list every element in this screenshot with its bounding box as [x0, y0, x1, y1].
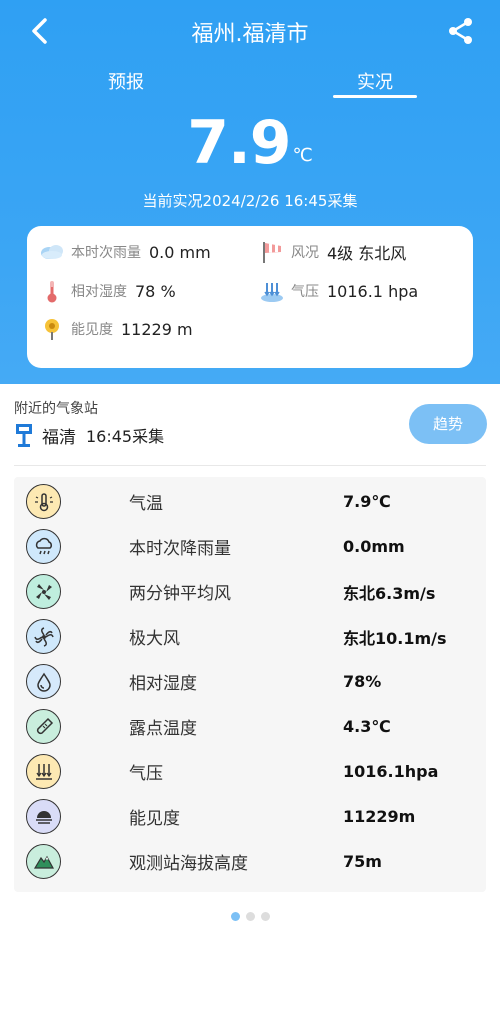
nearby-station-section: 附近的气象站 福清 16:45采集 趋势 — [0, 384, 500, 464]
station-row: 福清 16:45采集 — [14, 422, 164, 448]
top-bar: 福州.福清市 — [0, 0, 500, 64]
row-label: 相对湿度 — [129, 674, 197, 694]
row-value: 7.9℃ — [343, 492, 391, 511]
water-drop-icon — [26, 664, 61, 699]
table-row: 观测站海拔高度 75m — [14, 839, 486, 884]
current-temperature: 7.9 ℃ — [0, 108, 500, 178]
active-tab-indicator — [333, 95, 417, 98]
row-value: 1016.1hpa — [343, 762, 439, 781]
row-label: 观测站海拔高度 — [129, 854, 248, 874]
summary-humidity: 相对湿度 78 % — [39, 279, 176, 303]
row-value: 78% — [343, 672, 382, 691]
divider — [14, 465, 486, 466]
temperature-unit: ℃ — [292, 145, 313, 166]
row-value: 75m — [343, 852, 382, 871]
table-row: 极大风 东北10.1m/s — [14, 614, 486, 659]
page-dot-1[interactable] — [230, 912, 240, 921]
thermometer-icon — [39, 279, 65, 303]
page-dot-2[interactable] — [245, 912, 255, 921]
station-icon — [14, 422, 34, 448]
row-value: 4.3℃ — [343, 717, 391, 736]
summary-visibility: 能见度 11229 m — [39, 317, 193, 341]
tab-bar: 预报 实况 — [0, 64, 500, 104]
windsock-icon — [259, 240, 285, 264]
table-row: 气压 1016.1hpa — [14, 749, 486, 794]
row-label: 能见度 — [129, 809, 180, 829]
pressure-icon — [259, 279, 285, 303]
table-row: 两分钟平均风 东北6.3m/s — [14, 569, 486, 614]
trend-button[interactable]: 趋势 — [409, 404, 487, 444]
pressure-arrows-icon — [26, 754, 61, 789]
fan-icon — [26, 574, 61, 609]
header-banner: 福州.福清市 预报 实况 7.9 ℃ 当前实况2024/2/26 16:45采集 … — [0, 0, 500, 384]
tab-live[interactable]: 实况 — [335, 68, 415, 94]
row-label: 本时次降雨量 — [129, 539, 231, 559]
rain-cloud-icon — [26, 529, 61, 564]
row-value: 0.0mm — [343, 537, 405, 556]
observation-time: 当前实况2024/2/26 16:45采集 — [142, 192, 358, 210]
summary-pressure: 气压 1016.1 hpa — [259, 279, 418, 303]
page-dot-3[interactable] — [260, 912, 270, 921]
summary-wind: 风况 4级 东北风 — [259, 240, 406, 264]
station-name: 福清 — [42, 427, 76, 448]
share-icon[interactable] — [446, 16, 476, 46]
table-row: 能见度 11229m — [14, 794, 486, 839]
row-label: 两分钟平均风 — [129, 584, 231, 604]
rain-cloud-icon — [39, 240, 65, 264]
temperature-value: 7.9 — [187, 108, 291, 178]
row-label: 极大风 — [129, 629, 180, 649]
row-label: 气温 — [129, 494, 163, 514]
station-time: 16:45采集 — [86, 427, 165, 446]
table-row: 本时次降雨量 0.0mm — [14, 524, 486, 569]
page-indicator — [0, 906, 500, 925]
table-row: 相对湿度 78% — [14, 659, 486, 704]
row-value: 东北10.1m/s — [343, 628, 447, 648]
observation-table: 气温 7.9℃ 本时次降雨量 0.0mm 两分钟平均风 东北6.3m/s 极大风… — [14, 477, 486, 892]
summary-card: 本时次雨量 0.0 mm 风况 4级 东北风 相对湿度 78 % 气压 1016… — [27, 226, 473, 368]
thermometer-sun-icon — [26, 484, 61, 519]
table-row: 气温 7.9℃ — [14, 479, 486, 524]
table-row: 露点温度 4.3℃ — [14, 704, 486, 749]
visibility-icon — [39, 317, 65, 341]
dew-thermometer-icon — [26, 709, 61, 744]
horizon-icon — [26, 799, 61, 834]
page-title: 福州.福清市 — [191, 22, 309, 47]
row-value: 东北6.3m/s — [343, 583, 436, 603]
turbine-icon — [26, 619, 61, 654]
summary-rainfall: 本时次雨量 0.0 mm — [39, 240, 211, 264]
mountain-icon — [26, 844, 61, 879]
row-value: 11229m — [343, 807, 416, 826]
row-label: 露点温度 — [129, 719, 197, 739]
nearby-station-title: 附近的气象站 — [14, 401, 98, 417]
row-label: 气压 — [129, 764, 163, 784]
tab-forecast[interactable]: 预报 — [86, 68, 166, 94]
